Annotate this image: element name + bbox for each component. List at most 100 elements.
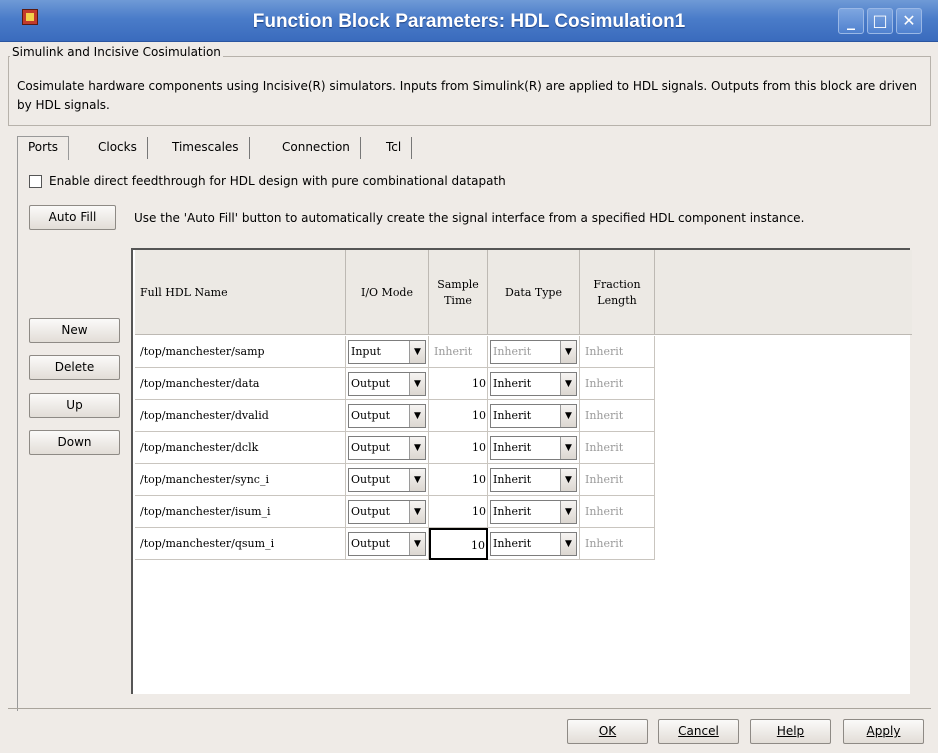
fraction-length-cell[interactable]: Inherit — [580, 528, 655, 560]
data-type-select[interactable]: Inherit ▼ — [490, 532, 577, 556]
data-type-cell[interactable]: Inherit ▼ — [488, 432, 580, 464]
dropdown-arrow-icon[interactable]: ▼ — [560, 533, 576, 555]
tab-tcl[interactable]: Tcl — [376, 137, 413, 159]
close-button[interactable]: ✕ — [896, 8, 922, 34]
sample-time-cell[interactable]: 10 — [429, 432, 488, 464]
io-mode-cell[interactable]: Output ▼ — [346, 464, 429, 496]
io-mode-cell[interactable]: Output ▼ — [346, 496, 429, 528]
tab-clocks[interactable]: Clocks — [88, 137, 148, 159]
hdl-name-cell[interactable]: /top/manchester/sync_i — [135, 464, 346, 496]
dropdown-arrow-icon[interactable]: ▼ — [560, 405, 576, 427]
table-row[interactable]: /top/manchester/sync_i Output ▼ 10 Inherit ▼ I… — [135, 464, 655, 496]
dropdown-arrow-icon[interactable]: ▼ — [560, 501, 576, 523]
feedthrough-checkbox[interactable] — [29, 175, 42, 188]
new-button[interactable]: New — [29, 318, 120, 343]
io-mode-cell[interactable]: Output ▼ — [346, 400, 429, 432]
col-fraction-line1: Fraction — [593, 277, 641, 291]
ports-table[interactable]: Full HDL Name I/O Mode Sample Time Data … — [131, 248, 912, 694]
tab-ports[interactable]: Ports — [17, 136, 70, 160]
fraction-length-cell[interactable]: Inherit — [580, 464, 655, 496]
io-mode-cell[interactable]: Output ▼ — [346, 528, 429, 560]
dropdown-arrow-icon[interactable]: ▼ — [409, 501, 425, 523]
dropdown-arrow-icon[interactable]: ▼ — [560, 373, 576, 395]
dropdown-arrow-icon[interactable]: ▼ — [560, 469, 576, 491]
io-mode-cell[interactable]: Output ▼ — [346, 432, 429, 464]
io-mode-cell[interactable]: Output ▼ — [346, 368, 429, 400]
up-button[interactable]: Up — [29, 393, 120, 418]
data-type-select[interactable]: Inherit ▼ — [490, 340, 577, 364]
table-row[interactable]: /top/manchester/qsum_i Output ▼ 10 Inherit ▼ I… — [135, 528, 655, 560]
io-mode-select[interactable]: Output ▼ — [348, 532, 426, 556]
fraction-length-cell[interactable]: Inherit — [580, 336, 655, 368]
data-type-cell[interactable]: Inherit ▼ — [488, 336, 580, 368]
hdl-name-cell[interactable]: /top/manchester/samp — [135, 336, 346, 368]
sample-time-cell[interactable]: 10 — [429, 368, 488, 400]
dropdown-arrow-icon[interactable]: ▼ — [409, 373, 425, 395]
sample-time-cell[interactable]: 10 — [429, 400, 488, 432]
io-mode-select[interactable]: Input ▼ — [348, 340, 426, 364]
data-type-select[interactable]: Inherit ▼ — [490, 404, 577, 428]
col-sample-time[interactable]: Sample Time — [429, 250, 488, 335]
io-mode-select[interactable]: Output ▼ — [348, 500, 426, 524]
dropdown-arrow-icon[interactable]: ▼ — [409, 437, 425, 459]
col-io-mode[interactable]: I/O Mode — [346, 250, 429, 335]
sample-time-cell[interactable]: Inherit — [429, 336, 488, 368]
data-type-select[interactable]: Inherit ▼ — [490, 500, 577, 524]
io-mode-select[interactable]: Output ▼ — [348, 436, 426, 460]
sample-time-cell[interactable]: 10 — [429, 464, 488, 496]
data-type-cell[interactable]: Inherit ▼ — [488, 464, 580, 496]
hdl-name-cell[interactable]: /top/manchester/dclk — [135, 432, 346, 464]
dropdown-arrow-icon[interactable]: ▼ — [409, 533, 425, 555]
io-mode-value: Output — [351, 441, 391, 454]
hdl-name-cell[interactable]: /top/manchester/isum_i — [135, 496, 346, 528]
minimize-button[interactable]: _ — [838, 8, 864, 34]
io-mode-select[interactable]: Output ▼ — [348, 468, 426, 492]
apply-button[interactable]: Apply — [843, 719, 924, 744]
col-full-hdl-name[interactable]: Full HDL Name — [135, 250, 346, 335]
data-type-select[interactable]: Inherit ▼ — [490, 436, 577, 460]
cancel-button[interactable]: Cancel — [658, 719, 739, 744]
delete-button[interactable]: Delete — [29, 355, 120, 380]
help-button[interactable]: Help — [750, 719, 831, 744]
sample-time-cell[interactable]: 10 — [429, 528, 488, 560]
table-row[interactable]: /top/manchester/data Output ▼ 10 Inherit ▼ Inh… — [135, 368, 655, 400]
fraction-length-cell[interactable]: Inherit — [580, 368, 655, 400]
sample-time-cell[interactable]: 10 — [429, 496, 488, 528]
data-type-select[interactable]: Inherit ▼ — [490, 372, 577, 396]
data-type-cell[interactable]: Inherit ▼ — [488, 528, 580, 560]
auto-fill-button[interactable]: Auto Fill — [29, 205, 116, 230]
data-type-select[interactable]: Inherit ▼ — [490, 468, 577, 492]
dropdown-arrow-icon[interactable]: ▼ — [560, 341, 576, 363]
fraction-length-cell[interactable]: Inherit — [580, 400, 655, 432]
data-type-cell[interactable]: Inherit ▼ — [488, 368, 580, 400]
dropdown-arrow-icon[interactable]: ▼ — [409, 469, 425, 491]
table-row[interactable]: /top/manchester/dclk Output ▼ 10 Inherit ▼ Inh… — [135, 432, 655, 464]
io-mode-select[interactable]: Output ▼ — [348, 372, 426, 396]
col-sample-time-line1: Sample — [437, 277, 479, 291]
fraction-length-cell[interactable]: Inherit — [580, 496, 655, 528]
hdl-name-cell[interactable]: /top/manchester/data — [135, 368, 346, 400]
io-mode-select[interactable]: Output ▼ — [348, 404, 426, 428]
data-type-cell[interactable]: Inherit ▼ — [488, 400, 580, 432]
ok-button[interactable]: OK — [567, 719, 648, 744]
dropdown-arrow-icon[interactable]: ▼ — [560, 437, 576, 459]
hdl-name-cell[interactable]: /top/manchester/qsum_i — [135, 528, 346, 560]
table-row[interactable]: /top/manchester/samp Input ▼ Inherit Inherit… — [135, 336, 655, 368]
col-fraction-length[interactable]: Fraction Length — [580, 250, 655, 335]
tab-connection[interactable]: Connection — [272, 137, 361, 159]
col-data-type[interactable]: Data Type — [488, 250, 580, 335]
tab-timescales[interactable]: Timescales — [162, 137, 250, 159]
dropdown-arrow-icon[interactable]: ▼ — [409, 405, 425, 427]
maximize-button[interactable]: □ — [867, 8, 893, 34]
fraction-length-cell[interactable]: Inherit — [580, 432, 655, 464]
title-bar[interactable]: Function Block Parameters: HDL Cosimulat… — [0, 0, 938, 42]
data-type-cell[interactable]: Inherit ▼ — [488, 496, 580, 528]
table-row[interactable]: /top/manchester/isum_i Output ▼ 10 Inherit ▼ I… — [135, 496, 655, 528]
hdl-name-cell[interactable]: /top/manchester/dvalid — [135, 400, 346, 432]
table-row[interactable]: /top/manchester/dvalid Output ▼ 10 Inherit ▼ I… — [135, 400, 655, 432]
dropdown-arrow-icon[interactable]: ▼ — [409, 341, 425, 363]
down-button[interactable]: Down — [29, 430, 120, 455]
io-mode-value: Output — [351, 377, 391, 390]
io-mode-cell[interactable]: Input ▼ — [346, 336, 429, 368]
help-label: Help — [776, 724, 805, 738]
